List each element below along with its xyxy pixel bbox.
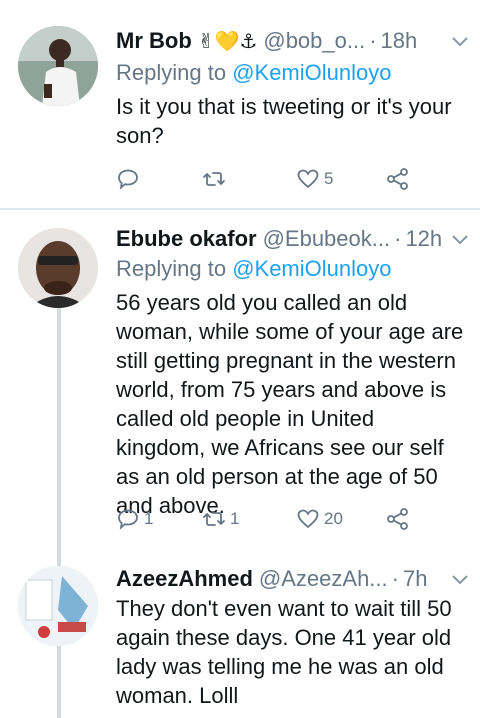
tweet-actions: 5 bbox=[116, 164, 416, 194]
share-icon bbox=[387, 508, 408, 530]
reply-button[interactable] bbox=[116, 164, 144, 194]
avatar[interactable] bbox=[18, 26, 98, 106]
reply-icon bbox=[118, 169, 138, 190]
chevron-down-icon[interactable] bbox=[450, 32, 470, 52]
reply-count: 1 bbox=[144, 509, 154, 528]
replying-to-label: Replying to bbox=[116, 60, 233, 85]
replying-to-label: Replying to bbox=[116, 256, 233, 281]
display-name[interactable]: AzeezAhmed bbox=[116, 566, 253, 592]
like-count: 5 bbox=[324, 169, 334, 188]
replying-to: Replying to @KemiOlunloyo bbox=[116, 256, 391, 282]
thread-line bbox=[57, 550, 61, 566]
tweet-text: 56 years old you called an old woman, wh… bbox=[116, 290, 464, 518]
separator: · bbox=[391, 566, 399, 591]
chevron-down-icon[interactable] bbox=[450, 570, 470, 590]
separator: · bbox=[394, 226, 402, 251]
tweet-text: They don't even want to wait till 50 aga… bbox=[116, 596, 452, 708]
retweet-icon bbox=[203, 172, 225, 186]
tweet-1[interactable]: Mr Bob ✌💛⚓ @bob_o... · 18h Replying to @… bbox=[0, 0, 480, 208]
retweet-count: 1 bbox=[230, 509, 240, 528]
chevron-down-icon[interactable] bbox=[450, 230, 470, 250]
retweet-button[interactable]: 1 bbox=[202, 504, 239, 534]
share-icon bbox=[387, 168, 408, 190]
like-button[interactable]: 20 bbox=[296, 504, 343, 534]
tweet-3[interactable]: AzeezAhmed @AzeezAh... · 7h They don't e… bbox=[0, 550, 480, 718]
tweet-header: Mr Bob ✌💛⚓ @bob_o... · 18h bbox=[116, 26, 468, 56]
share-button[interactable] bbox=[386, 164, 410, 194]
heart-icon bbox=[297, 509, 319, 529]
mention-link[interactable]: @KemiOlunloyo bbox=[232, 60, 391, 85]
username[interactable]: @bob_o... bbox=[263, 28, 365, 54]
like-count: 20 bbox=[324, 509, 343, 528]
thread-line bbox=[57, 646, 61, 718]
avatar[interactable] bbox=[18, 228, 98, 308]
timestamp[interactable]: 18h bbox=[381, 28, 418, 54]
separator: · bbox=[369, 28, 377, 53]
retweet-button[interactable] bbox=[202, 164, 230, 194]
username[interactable]: @AzeezAh... bbox=[259, 566, 388, 592]
tweet-text: Is it you that is tweeting or it's your … bbox=[116, 94, 452, 148]
share-button[interactable] bbox=[386, 504, 410, 534]
replying-to: Replying to @KemiOlunloyo bbox=[116, 60, 391, 86]
thread-line bbox=[57, 308, 61, 550]
timestamp[interactable]: 12h bbox=[405, 226, 442, 252]
username[interactable]: @Ebubeok... bbox=[263, 226, 391, 252]
retweet-icon bbox=[203, 512, 225, 526]
tweet-2[interactable]: Ebube okafor @Ebubeok... · 12h Replying … bbox=[0, 210, 480, 550]
tweet-actions: 1 1 20 bbox=[116, 504, 416, 534]
like-button[interactable]: 5 bbox=[296, 164, 333, 194]
timestamp[interactable]: 7h bbox=[403, 566, 427, 592]
name-emojis: ✌💛⚓ bbox=[197, 30, 258, 53]
avatar[interactable] bbox=[18, 566, 98, 646]
reply-icon bbox=[118, 509, 138, 530]
display-name[interactable]: Ebube okafor bbox=[116, 226, 257, 252]
tweet-header: AzeezAhmed @AzeezAh... · 7h bbox=[116, 564, 468, 594]
display-name[interactable]: Mr Bob bbox=[116, 28, 192, 54]
tweet-header: Ebube okafor @Ebubeok... · 12h bbox=[116, 224, 468, 254]
mention-link[interactable]: @KemiOlunloyo bbox=[232, 256, 391, 281]
heart-icon bbox=[297, 169, 319, 189]
reply-button[interactable]: 1 bbox=[116, 504, 153, 534]
